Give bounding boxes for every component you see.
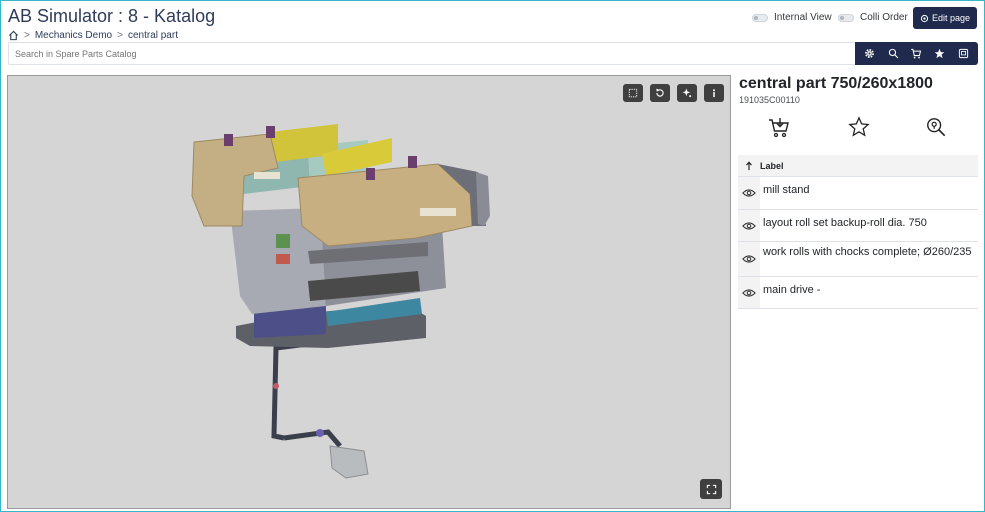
reset-view-button[interactable] [650,84,670,102]
favorites-button[interactable] [932,46,948,62]
add-to-cart-button[interactable] [766,114,792,140]
visibility-toggle[interactable] [738,210,760,241]
visibility-toggle[interactable] [738,242,760,276]
label-column-header: Label [760,160,784,171]
edit-page-button[interactable]: Edit page [913,7,977,29]
fullscreen-button[interactable] [700,479,722,499]
visibility-toggle[interactable] [738,277,760,308]
breadcrumb-separator: > [117,30,123,41]
search-input[interactable] [8,42,856,65]
edit-page-label: Edit page [931,13,971,23]
table-row[interactable]: main drive - [738,277,978,309]
locate-part-button[interactable] [923,114,949,140]
eye-icon [742,288,756,297]
row-label: work rolls with chocks complete; Ø260/23… [763,246,972,258]
zoom-locate-icon [927,118,946,137]
cart-button[interactable] [908,46,924,62]
settings-button[interactable] [862,46,878,62]
internal-view-label: Internal View [774,12,832,23]
gear-icon [920,14,929,22]
part-title: central part 750/260x1800 [739,75,933,92]
eye-icon [742,255,756,263]
colli-order-toggle[interactable]: Colli Order [838,12,908,23]
breadcrumb-separator: > [24,30,30,41]
breadcrumb-item-mechanics-demo[interactable]: Mechanics Demo [35,30,112,41]
explode-view-button[interactable] [677,84,697,102]
reset-icon [656,88,664,97]
catalog-icon [958,48,968,59]
internal-view-toggle[interactable]: Internal View [752,12,832,23]
colli-order-switch[interactable] [838,13,854,22]
table-row[interactable]: layout roll set backup-roll dia. 750 [738,210,978,242]
row-label: layout roll set backup-roll dia. 750 [763,217,927,229]
cart-download-icon [769,118,789,138]
add-favorite-button[interactable] [846,114,872,140]
row-label: mill stand [763,184,810,196]
eye-icon [742,221,756,230]
star-icon [935,48,945,59]
colli-order-label: Colli Order [860,12,908,23]
sort-up-icon [746,160,752,170]
table-row[interactable]: mill stand [738,177,978,210]
3d-viewer[interactable] [7,75,731,509]
machine-model-3d[interactable] [8,76,731,509]
bom-table-header: Label [738,155,978,177]
breadcrumb: > Mechanics Demo > central part [8,30,178,41]
toolbar [855,42,978,65]
bom-table: Label mill stand layout roll set backup-… [738,155,978,309]
search-button[interactable] [885,46,901,62]
info-button[interactable] [704,84,724,102]
home-icon[interactable] [8,30,19,41]
gear-icon [865,49,875,58]
page-title: AB Simulator : 8 - Katalog [8,6,216,26]
breadcrumb-item-central-part[interactable]: central part [128,30,178,41]
cart-icon [911,48,922,59]
row-label: main drive - [763,284,821,296]
fit-view-button[interactable] [623,84,643,102]
search-icon [888,48,898,59]
visibility-toggle[interactable] [738,177,760,209]
explode-icon [682,88,692,98]
eye-icon [742,189,756,197]
sort-button[interactable] [738,160,760,171]
table-row[interactable]: work rolls with chocks complete; Ø260/23… [738,242,978,277]
internal-view-switch[interactable] [752,13,768,22]
part-number: 191035C00110 [739,95,800,105]
info-icon [713,89,715,98]
fullscreen-icon [706,484,716,494]
star-outline-icon [848,116,870,137]
catalog-button[interactable] [955,46,971,62]
fit-icon [628,88,638,98]
